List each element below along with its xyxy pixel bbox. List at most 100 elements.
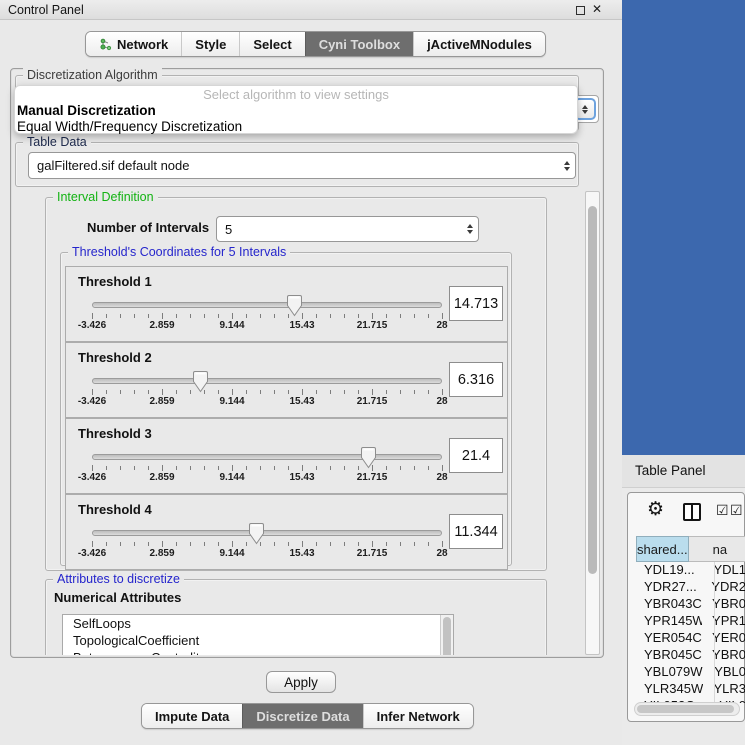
slider-thumb-glyph (286, 294, 303, 317)
float-window-icon[interactable] (576, 6, 585, 15)
tick-mark (218, 390, 219, 394)
slider-track[interactable] (92, 378, 442, 384)
number-of-intervals-combobox[interactable]: 5 (216, 216, 479, 242)
table-row[interactable]: YPR145WYPR1 (636, 613, 745, 630)
slider-thumb[interactable] (248, 522, 265, 545)
tick-mark (442, 541, 443, 547)
close-panel-icon[interactable]: ✕ (592, 2, 602, 16)
tick-mark (316, 314, 317, 318)
tab-cyni-toolbox[interactable]: Cyni Toolbox (305, 32, 413, 56)
scrollbar-thumb[interactable] (588, 206, 597, 574)
gear-icon[interactable]: ⚙ (647, 498, 664, 520)
tick-mark (106, 542, 107, 546)
tick-mark (260, 390, 261, 394)
numerical-attributes-list[interactable]: SelfLoopsTopologicalCoefficientBetweenne… (62, 614, 454, 655)
screenshot-root: Control Panel ✕ NetworkStyleSelectCyni T… (0, 0, 745, 745)
table-data-combobox[interactable]: galFiltered.sif default node (28, 152, 576, 179)
cell-name: YBR0 (702, 596, 745, 613)
tab-label: Select (253, 37, 291, 52)
settings-scrollbar[interactable] (585, 191, 600, 655)
threshold-label: Threshold 4 (78, 502, 152, 517)
tick-mark (414, 314, 415, 318)
threshold-value-field[interactable]: 11.344 (449, 514, 503, 549)
table-row[interactable]: YBL079WYBL0 (636, 664, 745, 681)
table-row[interactable]: YBR043CYBR0 (636, 596, 745, 613)
settings-viewport: Interval Definition Number of Intervals … (15, 191, 581, 655)
tick-mark (316, 390, 317, 394)
scrollbar-thumb[interactable] (637, 705, 734, 713)
combo-stepper[interactable] (559, 161, 575, 171)
tick-mark (162, 465, 163, 471)
slider-track[interactable] (92, 454, 442, 460)
slider-thumb[interactable] (360, 446, 377, 469)
tick-mark (218, 466, 219, 470)
tab-style[interactable]: Style (181, 32, 239, 56)
tick-mark (148, 466, 149, 470)
tick-mark (92, 541, 93, 547)
attribute-list-item[interactable]: TopologicalCoefficient (63, 632, 453, 649)
dropdown-option[interactable]: Manual Discretization (17, 103, 156, 118)
column-header-name[interactable]: na (689, 536, 745, 562)
table-row[interactable]: YDL19...YDL1 (636, 562, 745, 579)
tick-mark (204, 542, 205, 546)
tab-impute-data[interactable]: Impute Data (142, 704, 242, 728)
column-divider (714, 562, 715, 703)
table-row[interactable]: YBR045CYBR0 (636, 647, 745, 664)
slider-thumb[interactable] (286, 294, 303, 317)
checkbox-checked-icon[interactable]: ☑ (716, 503, 729, 519)
threshold-row: Threshold 3-3.4262.8599.14415.4321.71528… (65, 418, 508, 494)
table-horizontal-scrollbar[interactable] (634, 702, 740, 716)
tab-infer-network[interactable]: Infer Network (363, 704, 473, 728)
tick-mark (442, 313, 443, 319)
tab-label: Network (117, 37, 168, 52)
threshold-value-field[interactable]: 21.4 (449, 438, 503, 473)
tab-network[interactable]: Network (86, 32, 181, 56)
table-data-group: Table Data galFiltered.sif default node (15, 142, 579, 187)
tick-mark (344, 466, 345, 470)
column-header-shared-name[interactable]: shared... (636, 536, 689, 562)
attribute-list-item[interactable]: BetweennessCentrality (63, 649, 453, 655)
tick-mark (120, 542, 121, 546)
attribute-items: SelfLoopsTopologicalCoefficientBetweenne… (63, 615, 453, 655)
cell-shared-name: YBR045C (636, 647, 702, 664)
attribute-list-item[interactable]: SelfLoops (63, 615, 453, 632)
table-row[interactable]: YER054CYER0 (636, 630, 745, 647)
slider-track[interactable] (92, 530, 442, 536)
tab-discretize-data[interactable]: Discretize Data (242, 704, 362, 728)
tick-mark (162, 389, 163, 395)
slider-track[interactable] (92, 302, 442, 308)
apply-button[interactable]: Apply (266, 671, 336, 693)
tick-mark (148, 314, 149, 318)
checkbox-checked-icon[interactable]: ☑ (730, 503, 743, 519)
tick-mark (232, 541, 233, 547)
tick-mark (232, 389, 233, 395)
split-columns-icon[interactable] (683, 503, 701, 521)
attributes-scrollbar[interactable] (440, 615, 453, 655)
tick-mark (302, 389, 303, 395)
tick-mark (442, 389, 443, 395)
tab-jactivemnodules[interactable]: jActiveMNodules (413, 32, 545, 56)
tab-select[interactable]: Select (239, 32, 304, 56)
tick-mark (288, 466, 289, 470)
tick-mark (204, 314, 205, 318)
tick-mark (288, 390, 289, 394)
threshold-value-field[interactable]: 14.713 (449, 286, 503, 321)
tick-mark (232, 313, 233, 319)
tick-mark (358, 390, 359, 394)
tick-mark (316, 542, 317, 546)
slider-thumb[interactable] (192, 370, 209, 393)
tick-label: 15.43 (289, 472, 314, 483)
table-row[interactable]: YDR27...YDR2 (636, 579, 745, 596)
arrow-up-icon (582, 105, 588, 109)
tick-mark (428, 390, 429, 394)
group-title-attributes: Attributes to discretize (53, 572, 184, 586)
table-row[interactable]: YLR345WYLR3 (636, 681, 745, 698)
dropdown-option[interactable]: Equal Width/Frequency Discretization (17, 119, 242, 134)
cell-name: YDL1 (703, 562, 745, 579)
threshold-value-field[interactable]: 6.316 (449, 362, 503, 397)
combo-stepper[interactable] (462, 224, 478, 234)
scrollbar-thumb[interactable] (443, 617, 451, 655)
tick-mark (302, 465, 303, 471)
tick-mark (428, 466, 429, 470)
cell-name: YDR2 (701, 579, 745, 596)
